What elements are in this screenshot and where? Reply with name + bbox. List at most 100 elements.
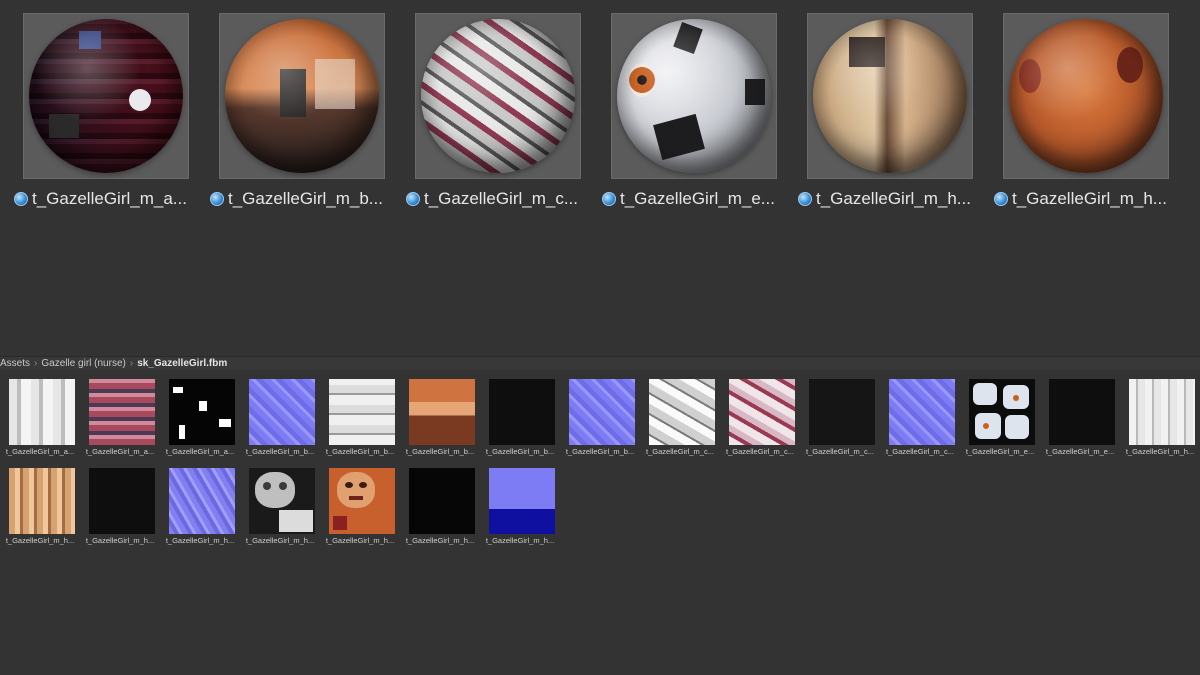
texture-thumbnail: [889, 379, 955, 445]
texture-tile[interactable]: t_GazelleGirl_m_h...: [400, 465, 480, 547]
breadcrumb-item-assets[interactable]: Assets: [0, 358, 30, 369]
texture-tile[interactable]: t_GazelleGirl_m_h...: [0, 465, 80, 547]
texture-tile[interactable]: t_GazelleGirl_m_h...: [240, 465, 320, 547]
material-name: t_GazelleGirl_m_h...: [1012, 189, 1167, 208]
texture-thumbnail: [409, 379, 475, 445]
texture-thumbnail: [329, 379, 395, 445]
texture-tile[interactable]: t_GazelleGirl_m_c...: [720, 376, 800, 458]
texture-thumbnail: [169, 379, 235, 445]
texture-label: t_GazelleGirl_m_h...: [165, 536, 235, 545]
material-icon: [994, 192, 1008, 206]
texture-thumbnail: [409, 468, 475, 534]
breadcrumb-item-current[interactable]: sk_GazelleGirl.fbm: [137, 358, 227, 369]
texture-thumbnail: [649, 379, 715, 445]
texture-tile[interactable]: t_GazelleGirl_m_a...: [160, 376, 240, 458]
texture-label: t_GazelleGirl_m_c...: [886, 447, 954, 456]
material-name: t_GazelleGirl_m_c...: [424, 189, 578, 208]
material-preview-frame[interactable]: [1003, 13, 1169, 179]
texture-tile[interactable]: t_GazelleGirl_m_a...: [80, 376, 160, 458]
texture-thumbnail: [1129, 379, 1195, 445]
material-preview-frame[interactable]: [415, 13, 581, 179]
material-sphere-preview: [1009, 19, 1163, 173]
texture-label: t_GazelleGirl_m_e...: [965, 447, 1035, 456]
texture-thumbnail: [89, 379, 155, 445]
texture-thumbnail: [89, 468, 155, 534]
material-sphere-preview: [421, 19, 575, 173]
texture-thumbnail: [489, 379, 555, 445]
texture-label: t_GazelleGirl_m_c...: [726, 447, 794, 456]
material-preview-frame[interactable]: [807, 13, 973, 179]
material-previews: t_GazelleGirl_m_a... t_GazelleGirl_m_b..…: [14, 10, 1200, 215]
texture-tile[interactable]: t_GazelleGirl_m_b...: [240, 376, 320, 458]
texture-tile[interactable]: t_GazelleGirl_m_c...: [800, 376, 880, 458]
material-icon: [210, 192, 224, 206]
texture-label: t_GazelleGirl_m_b...: [565, 447, 635, 456]
material-name: t_GazelleGirl_m_e...: [620, 189, 775, 208]
material-icon: [14, 192, 28, 206]
texture-label: t_GazelleGirl_m_c...: [806, 447, 874, 456]
texture-label: t_GazelleGirl_m_h...: [405, 536, 475, 545]
material-name: t_GazelleGirl_m_h...: [816, 189, 971, 208]
breadcrumb-item-folder[interactable]: Gazelle girl (nurse): [41, 358, 125, 369]
texture-label: t_GazelleGirl_m_h...: [325, 536, 395, 545]
breadcrumb-separator: ›: [34, 358, 38, 369]
breadcrumb-separator: ›: [129, 358, 134, 369]
texture-label: t_GazelleGirl_m_e...: [1045, 447, 1115, 456]
material-label[interactable]: t_GazelleGirl_m_h...: [994, 188, 1182, 210]
texture-label: t_GazelleGirl_m_c...: [646, 447, 714, 456]
material-label[interactable]: t_GazelleGirl_m_h...: [798, 188, 986, 210]
material-preview-frame[interactable]: [611, 13, 777, 179]
texture-label: t_GazelleGirl_m_a...: [5, 447, 75, 456]
texture-label: t_GazelleGirl_m_h...: [245, 536, 315, 545]
texture-label: t_GazelleGirl_m_h...: [85, 536, 155, 545]
breadcrumb: Assets › Gazelle girl (nurse) › sk_Gazel…: [0, 356, 1200, 370]
texture-thumbnail: [969, 379, 1035, 445]
material-icon: [406, 192, 420, 206]
material-label[interactable]: t_GazelleGirl_m_e...: [602, 188, 790, 210]
material-preview-frame[interactable]: [23, 13, 189, 179]
texture-tile[interactable]: t_GazelleGirl_m_b...: [320, 376, 400, 458]
texture-thumbnail: [249, 379, 315, 445]
texture-tile[interactable]: t_GazelleGirl_m_b...: [560, 376, 640, 458]
texture-tile[interactable]: t_GazelleGirl_m_a...: [0, 376, 80, 458]
texture-tile[interactable]: t_GazelleGirl_m_h...: [1120, 376, 1200, 458]
texture-label: t_GazelleGirl_m_b...: [245, 447, 315, 456]
material-name: t_GazelleGirl_m_a...: [32, 189, 187, 208]
texture-tile[interactable]: t_GazelleGirl_m_b...: [480, 376, 560, 458]
texture-tile[interactable]: t_GazelleGirl_m_e...: [960, 376, 1040, 458]
material-label[interactable]: t_GazelleGirl_m_b...: [210, 188, 398, 210]
material-label[interactable]: t_GazelleGirl_m_c...: [406, 188, 594, 210]
texture-label: t_GazelleGirl_m_a...: [165, 447, 235, 456]
material-icon: [602, 192, 616, 206]
texture-tile[interactable]: t_GazelleGirl_m_c...: [880, 376, 960, 458]
texture-tile[interactable]: t_GazelleGirl_m_h...: [160, 465, 240, 547]
texture-label: t_GazelleGirl_m_b...: [405, 447, 475, 456]
texture-thumbnail: [729, 379, 795, 445]
texture-tile[interactable]: t_GazelleGirl_m_h...: [480, 465, 560, 547]
texture-tile[interactable]: t_GazelleGirl_m_e...: [1040, 376, 1120, 458]
texture-label: t_GazelleGirl_m_h...: [485, 536, 555, 545]
texture-tile[interactable]: t_GazelleGirl_m_c...: [640, 376, 720, 458]
material-preview-frame[interactable]: [219, 13, 385, 179]
material-sphere-preview: [29, 19, 183, 173]
texture-label: t_GazelleGirl_m_b...: [325, 447, 395, 456]
texture-tile[interactable]: t_GazelleGirl_m_h...: [320, 465, 400, 547]
material-label[interactable]: t_GazelleGirl_m_a...: [14, 188, 202, 210]
texture-thumbnail: [489, 468, 555, 534]
texture-thumbnail: [249, 468, 315, 534]
texture-label: t_GazelleGirl_m_b...: [485, 447, 555, 456]
texture-label: t_GazelleGirl_m_h...: [5, 536, 75, 545]
texture-thumbnail: [169, 468, 235, 534]
texture-label: t_GazelleGirl_m_h...: [1125, 447, 1195, 456]
texture-thumbnail: [9, 379, 75, 445]
texture-tile[interactable]: t_GazelleGirl_m_b...: [400, 376, 480, 458]
material-sphere-preview: [617, 19, 771, 173]
texture-grid: t_GazelleGirl_m_a... t_GazelleGirl_m_a..…: [0, 376, 1200, 556]
texture-thumbnail: [9, 468, 75, 534]
texture-tile[interactable]: t_GazelleGirl_m_h...: [80, 465, 160, 547]
texture-thumbnail: [329, 468, 395, 534]
material-sphere-preview: [225, 19, 379, 173]
texture-thumbnail: [569, 379, 635, 445]
material-icon: [798, 192, 812, 206]
texture-thumbnail: [809, 379, 875, 445]
